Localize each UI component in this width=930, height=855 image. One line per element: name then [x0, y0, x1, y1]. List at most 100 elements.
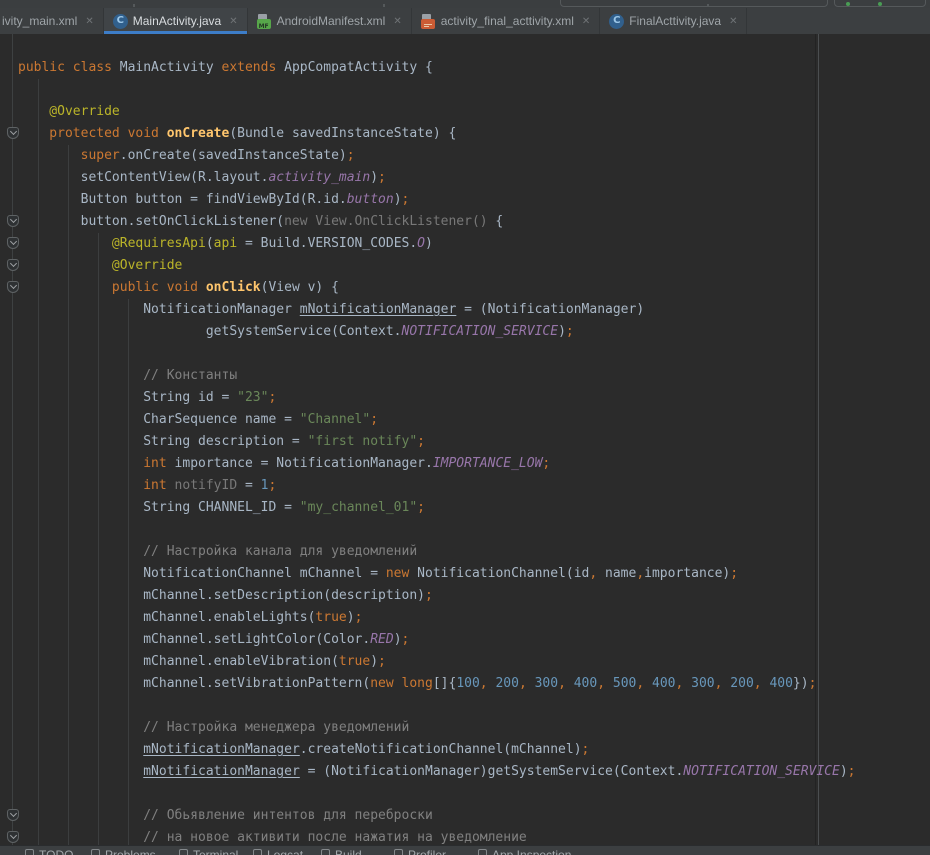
token: ; [809, 676, 817, 691]
token: ) [370, 170, 378, 185]
code-line-18[interactable]: String description = "first notify"; [0, 431, 930, 453]
code-line-34[interactable] [0, 783, 930, 805]
code-line-10[interactable]: @Override [0, 255, 930, 277]
code-line-14[interactable] [0, 343, 930, 365]
tool-window-button-TODO[interactable]: TODO [25, 848, 73, 855]
token: ( [206, 236, 214, 251]
token: NOTIFICATION_SERVICE [402, 324, 559, 339]
code-line-17[interactable]: CharSequence name = "Channel"; [0, 409, 930, 431]
tab-label: activity_final_acttivity.xml [441, 14, 574, 28]
fold-marker-line-11[interactable] [7, 281, 19, 293]
code-line-28[interactable]: mChannel.enableVibration(true); [0, 651, 930, 673]
code-line-8[interactable]: button.setOnClickListener(new View.OnCli… [0, 211, 930, 233]
app-inspection-icon [478, 849, 487, 855]
code-line-12[interactable]: NotificationManager mNotificationManager… [0, 299, 930, 321]
token: , [636, 676, 644, 691]
editor-tab-AndroidManifest.xml[interactable]: MFAndroidManifest.xml✕ [248, 8, 412, 34]
tool-window-label: Profiler [408, 848, 446, 855]
editor-tab-FinalActtivity.java[interactable]: CFinalActtivity.java✕ [600, 8, 747, 34]
tab-close-icon[interactable]: ✕ [393, 16, 401, 27]
code-line-16[interactable]: String id = "23"; [0, 387, 930, 409]
fold-marker-line-36[interactable] [7, 831, 19, 843]
token [644, 676, 652, 691]
code-line-2[interactable] [0, 79, 930, 101]
token: api [214, 236, 237, 251]
token: ) [394, 632, 402, 647]
code-line-20[interactable]: int notifyID = 1; [0, 475, 930, 497]
tool-window-button-Build[interactable]: Build [321, 848, 362, 855]
code-editor[interactable]: public class MainActivity extends AppCom… [0, 34, 930, 845]
code-line-29[interactable]: mChannel.setVibrationPattern(new long[]{… [0, 673, 930, 695]
code-area[interactable]: public class MainActivity extends AppCom… [0, 57, 930, 845]
fold-marker-line-10[interactable] [7, 259, 19, 271]
token: public class [18, 60, 120, 75]
code-line-1[interactable]: public class MainActivity extends AppCom… [0, 57, 930, 79]
token: , [597, 676, 605, 691]
token: // Настройка канала для уведомлений [18, 544, 417, 559]
token: 400 [769, 676, 792, 691]
code-line-23[interactable]: // Настройка канала для уведомлений [0, 541, 930, 563]
editor-tab-ivity_main.xml[interactable]: ivity_main.xml ✕ [0, 8, 104, 34]
code-line-30[interactable] [0, 695, 930, 717]
token: = [237, 478, 260, 493]
code-line-26[interactable]: mChannel.enableLights(true); [0, 607, 930, 629]
token: @Override [18, 258, 182, 273]
code-line-35[interactable]: // Обьявление интентов для переброски [0, 805, 930, 827]
token: ) [558, 324, 566, 339]
code-line-6[interactable]: setContentView(R.layout.activity_main); [0, 167, 930, 189]
tool-window-button-Terminal[interactable]: Terminal [179, 848, 238, 855]
tab-close-icon[interactable]: ✕ [229, 16, 237, 27]
token: int [18, 456, 175, 471]
code-line-31[interactable]: // Настройка менеджера уведомлений [0, 717, 930, 739]
code-line-4[interactable]: protected void onCreate(Bundle savedInst… [0, 123, 930, 145]
code-line-22[interactable] [0, 519, 930, 541]
fold-marker-line-35[interactable] [7, 809, 19, 821]
token: ; [566, 324, 574, 339]
code-line-25[interactable]: mChannel.setDescription(description); [0, 585, 930, 607]
tab-close-icon[interactable]: ✕ [582, 16, 590, 27]
tab-close-icon[interactable]: ✕ [729, 16, 737, 27]
run-config-button-outline [560, 0, 828, 7]
token: // Константы [18, 368, 237, 383]
code-line-7[interactable]: Button button = findViewById(R.id.button… [0, 189, 930, 211]
editor-tab-activity_final_acttivity.xml[interactable]: activity_final_acttivity.xml ✕ [412, 8, 601, 34]
code-line-15[interactable]: // Константы [0, 365, 930, 387]
code-line-33[interactable]: mNotificationManager = (NotificationMana… [0, 761, 930, 783]
fold-marker-line-8[interactable] [7, 215, 19, 227]
code-line-32[interactable]: mNotificationManager.createNotificationC… [0, 739, 930, 761]
token: AppCompatActivity { [284, 60, 433, 75]
code-line-24[interactable]: NotificationChannel mChannel = new Notif… [0, 563, 930, 585]
token: 200 [495, 676, 518, 691]
tab-close-icon[interactable]: ✕ [85, 16, 93, 27]
code-line-13[interactable]: getSystemService(Context.NOTIFICATION_SE… [0, 321, 930, 343]
code-line-11[interactable]: public void onClick(View v) { [0, 277, 930, 299]
editor-tab-MainActivity.java[interactable]: CMainActivity.java✕ [104, 8, 248, 34]
tool-window-button-Logcat[interactable]: Logcat [253, 848, 303, 855]
code-line-27[interactable]: mChannel.setLightColor(Color.RED); [0, 629, 930, 651]
code-line-9[interactable]: @RequiresApi(api = Build.VERSION_CODES.O… [0, 233, 930, 255]
token: onClick [206, 280, 261, 295]
token: NOTIFICATION_SERVICE [683, 764, 840, 779]
token: , [589, 566, 597, 581]
token: String CHANNEL_ID = [18, 500, 300, 515]
code-line-36[interactable]: // на новое активити после нажатия на ув… [0, 827, 930, 845]
code-line-19[interactable]: int importance = NotificationManager.IMP… [0, 453, 930, 475]
token [18, 742, 143, 757]
fold-marker-line-9[interactable] [7, 237, 19, 249]
token: NotificationChannel mChannel = [18, 566, 386, 581]
chevron-down-icon [9, 832, 16, 839]
code-line-21[interactable]: String CHANNEL_ID = "my_channel_01"; [0, 497, 930, 519]
code-line-3[interactable]: @Override [0, 101, 930, 123]
tab-label: ivity_main.xml [2, 14, 77, 28]
token: , [636, 566, 644, 581]
token: button [347, 192, 394, 207]
tool-window-button-Profiler[interactable]: Profiler [394, 848, 446, 855]
token: @Override [18, 104, 120, 119]
token [683, 676, 691, 691]
tool-window-button-Problems[interactable]: Problems [91, 848, 156, 855]
fold-marker-line-4[interactable] [7, 127, 19, 139]
token: ) [425, 236, 433, 251]
tool-window-button-App Inspection[interactable]: App Inspection [478, 848, 571, 855]
code-line-5[interactable]: super.onCreate(savedInstanceState); [0, 145, 930, 167]
token: , [558, 676, 566, 691]
